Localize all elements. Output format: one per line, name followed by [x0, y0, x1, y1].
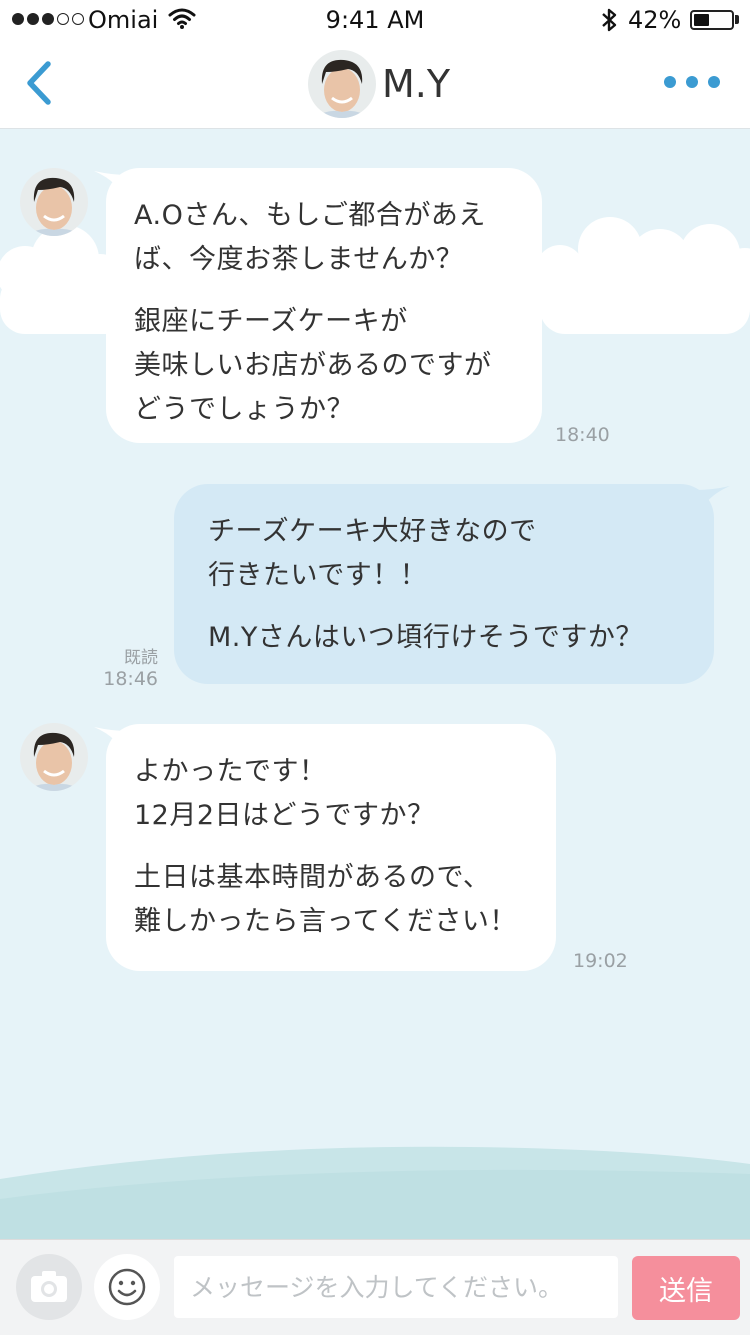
message-time: 18:40 — [555, 424, 610, 446]
partner-avatar[interactable] — [20, 168, 88, 236]
message-text: M.Yさんはいつ頃行けそうですか？ — [208, 622, 643, 653]
smiley-icon — [108, 1268, 146, 1306]
message-input-bar: 送信 — [0, 1239, 750, 1335]
battery-level — [694, 14, 709, 26]
send-button[interactable]: 送信 — [632, 1256, 740, 1320]
message-bubble-outgoing[interactable]: チーズケーキ大好きなので 行きたいです！！ M.Yさんはいつ頃行けそうですか？ — [174, 484, 714, 684]
message-text: よかったです！ 12月2日はどうですか？ — [134, 756, 435, 831]
bluetooth-icon — [602, 8, 617, 32]
message-time: 18:46 — [103, 668, 158, 690]
message-time: 19:02 — [573, 950, 628, 972]
camera-button[interactable] — [16, 1254, 82, 1320]
chevron-left-icon[interactable] — [20, 58, 60, 108]
message-input[interactable] — [174, 1256, 618, 1318]
battery-tip — [735, 15, 739, 24]
partner-avatar[interactable] — [20, 723, 88, 791]
status-bar: Omiai 9:41 AM 42% — [0, 0, 750, 40]
message-bubble-incoming[interactable]: A.Oさん、もしご都合があえ ば、今度お茶しませんか？ 銀座にチーズケーキが 美… — [106, 168, 542, 443]
header-avatar[interactable] — [308, 50, 376, 118]
message-bubble-incoming[interactable]: よかったです！ 12月2日はどうですか？ 土日は基本時間があるので、 難しかった… — [106, 724, 556, 971]
message-text: A.Oさん、もしご都合があえ ば、今度お茶しませんか？ — [134, 200, 486, 275]
chat-area[interactable]: A.Oさん、もしご都合があえ ば、今度お茶しませんか？ 銀座にチーズケーキが 美… — [0, 129, 750, 1239]
read-label: 既読 — [124, 648, 158, 668]
battery-percent: 42% — [628, 6, 682, 34]
camera-icon — [31, 1271, 67, 1302]
read-receipt: 既読 18:46 — [96, 643, 158, 690]
emoji-button[interactable] — [94, 1254, 160, 1320]
message-text: 銀座にチーズケーキが 美味しいお店があるのですが どうでしょうか？ — [134, 306, 492, 425]
chat-header: M.Y — [0, 40, 750, 129]
more-dots-icon[interactable] — [664, 70, 724, 94]
chat-partner-name: M.Y — [382, 62, 451, 106]
hill-decoration — [0, 1146, 750, 1239]
message-text: チーズケーキ大好きなので 行きたいです！！ — [208, 516, 537, 591]
battery-icon — [690, 10, 734, 30]
message-text: 土日は基本時間があるので、 難しかったら言ってください！ — [134, 862, 517, 937]
